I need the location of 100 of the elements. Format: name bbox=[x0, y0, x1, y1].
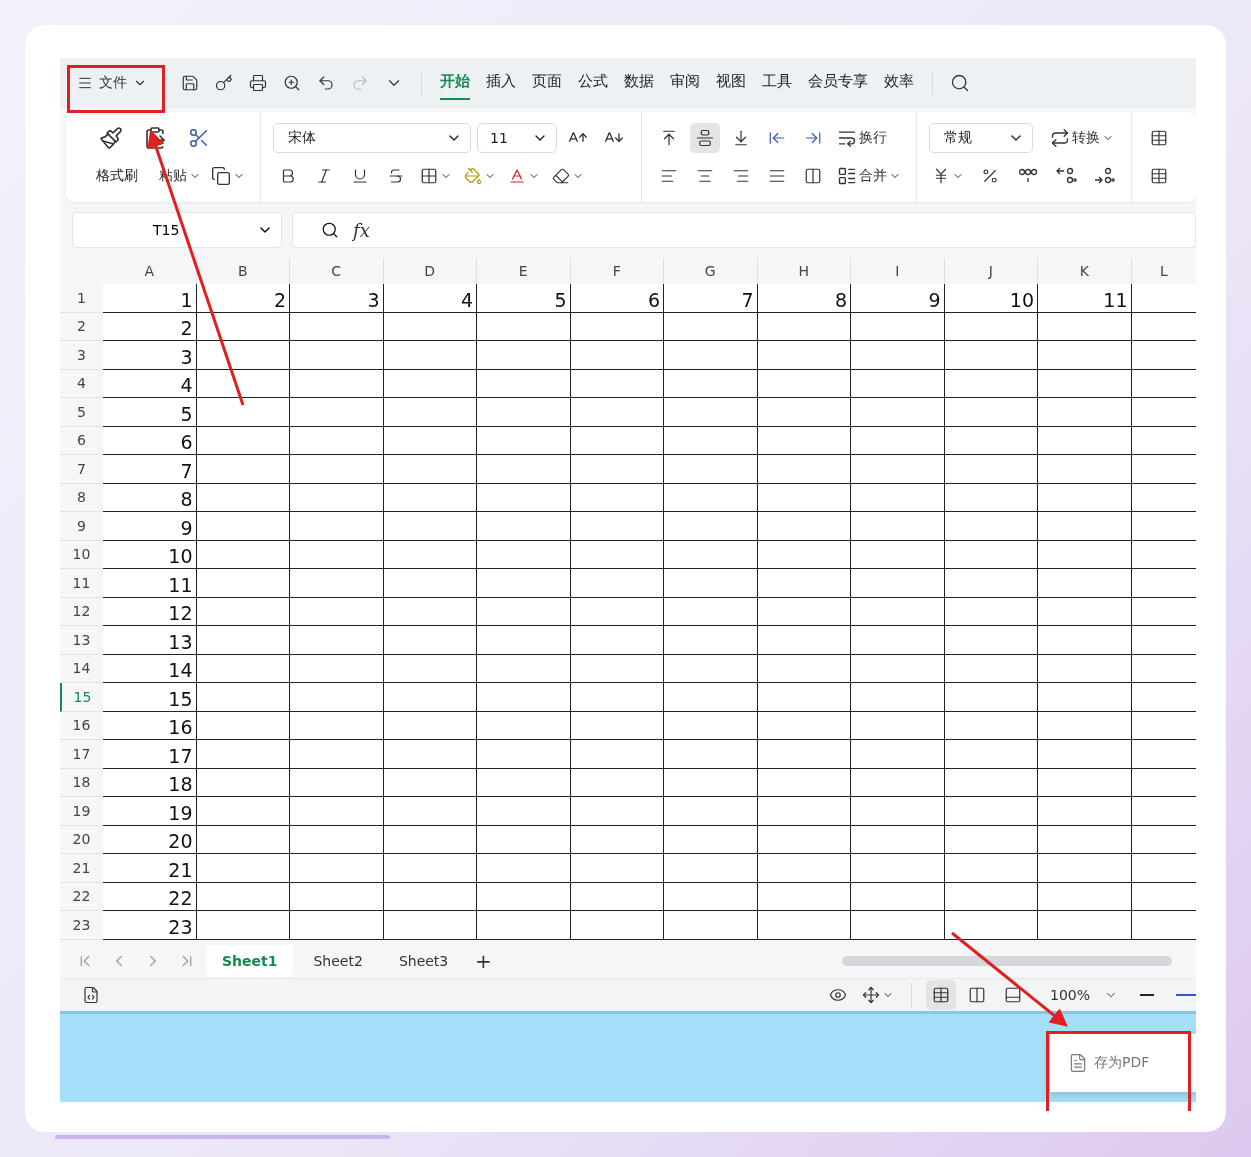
row-header[interactable]: 15 bbox=[60, 683, 103, 712]
table-cell bbox=[1131, 369, 1196, 398]
table-cell: 3 bbox=[103, 341, 197, 370]
table-cell: 4 bbox=[383, 284, 477, 313]
eraser-icon bbox=[552, 167, 570, 185]
table-cell bbox=[1131, 683, 1196, 712]
table-cell: 2 bbox=[103, 312, 197, 341]
table-cell: 19 bbox=[103, 797, 197, 826]
table-cell: 2 bbox=[196, 284, 290, 313]
table-cell bbox=[1131, 341, 1196, 370]
percent-icon bbox=[981, 167, 999, 185]
table-cell: 13 bbox=[103, 626, 197, 655]
printer-icon bbox=[249, 74, 267, 92]
italic-icon bbox=[315, 167, 333, 185]
formula-field[interactable]: fx bbox=[292, 212, 1196, 248]
undo-icon bbox=[317, 74, 335, 92]
ribbon-tab[interactable]: 会员专享 bbox=[808, 66, 868, 100]
horizontal-scrollbar[interactable] bbox=[842, 955, 1172, 966]
table-cell: 3 bbox=[290, 284, 384, 313]
table-cell bbox=[1131, 825, 1196, 854]
ribbon-tab[interactable]: 插入 bbox=[486, 66, 516, 100]
number-format-select[interactable]: 常规 bbox=[929, 123, 1033, 153]
fx-label[interactable]: fx bbox=[353, 219, 370, 241]
increase-decimal-icon bbox=[1055, 166, 1077, 186]
font-size-select[interactable]: 11 bbox=[477, 123, 557, 153]
table-cell: 11 bbox=[1038, 284, 1132, 313]
table-cell bbox=[1131, 398, 1196, 427]
table-cell: 9 bbox=[103, 512, 197, 541]
align-icon bbox=[660, 129, 678, 147]
table-cell: 10 bbox=[944, 284, 1038, 313]
save-icon bbox=[181, 74, 199, 92]
table-cell bbox=[1131, 882, 1196, 911]
table-cell: 18 bbox=[103, 768, 197, 797]
table-cell bbox=[1131, 312, 1196, 341]
table-cell bbox=[1131, 854, 1196, 883]
columns-icon bbox=[804, 167, 822, 185]
vertical-align-button[interactable] bbox=[690, 123, 720, 153]
table-cell: 4 bbox=[103, 369, 197, 398]
zoom-icon bbox=[321, 221, 339, 239]
merge-button[interactable]: 合并 bbox=[834, 161, 904, 191]
indent-increase-icon bbox=[804, 129, 822, 147]
table-cell: 9 bbox=[851, 284, 945, 313]
view-icon bbox=[967, 985, 986, 1004]
file-menu-button[interactable]: 文件 bbox=[74, 68, 150, 98]
table-cell: 5 bbox=[103, 398, 197, 427]
paintbrush-icon bbox=[99, 126, 123, 150]
convert-button[interactable]: 转换 bbox=[1047, 123, 1117, 153]
move-icon bbox=[861, 985, 880, 1004]
font-color-icon bbox=[508, 167, 526, 185]
scissors-icon bbox=[188, 127, 210, 149]
table-cell bbox=[1131, 483, 1196, 512]
copy-icon bbox=[211, 166, 231, 186]
add-sheet-button[interactable]: + bbox=[468, 945, 499, 976]
strikethrough-icon bbox=[387, 167, 405, 185]
ribbon-tab[interactable]: 视图 bbox=[716, 66, 746, 100]
table-cell: 8 bbox=[103, 483, 197, 512]
ribbon-tab[interactable]: 工具 bbox=[762, 66, 792, 100]
name-box[interactable]: T15 bbox=[72, 212, 282, 248]
format-painter-label[interactable]: 格式刷 bbox=[96, 167, 138, 185]
document-icon bbox=[1068, 1052, 1088, 1073]
sheet-tab[interactable]: Sheet3 bbox=[382, 944, 465, 977]
table-cell bbox=[1131, 626, 1196, 655]
table-cell: 17 bbox=[103, 740, 197, 769]
redo-icon bbox=[351, 74, 369, 92]
ribbon-tab[interactable]: 审阅 bbox=[670, 66, 700, 100]
view-icon bbox=[931, 985, 950, 1004]
ribbon-tab[interactable]: 开始 bbox=[440, 66, 470, 100]
ribbon-tab[interactable]: 效率 bbox=[884, 66, 914, 100]
sheet-tab[interactable]: Sheet1 bbox=[206, 944, 294, 977]
table-cell: 22 bbox=[103, 882, 197, 911]
decrease-decimal-icon bbox=[1093, 166, 1115, 186]
table-cell bbox=[1131, 455, 1196, 484]
sheet-tab[interactable]: Sheet2 bbox=[297, 944, 379, 977]
wrap-text-button[interactable]: 换行 bbox=[834, 123, 890, 153]
paint-bucket-icon bbox=[464, 167, 482, 185]
save-pdf-button[interactable]: 存为PDF bbox=[1068, 1052, 1150, 1073]
table-cell bbox=[1131, 654, 1196, 683]
convert-icon bbox=[1050, 128, 1070, 148]
table-cell: 5 bbox=[477, 284, 571, 313]
table-cell bbox=[1131, 768, 1196, 797]
indent-decrease-icon bbox=[768, 129, 786, 147]
menu-icon bbox=[77, 75, 93, 91]
clipboard-icon bbox=[143, 126, 167, 150]
table-cell: 15 bbox=[103, 683, 197, 712]
table-cell: 7 bbox=[664, 284, 758, 313]
view-mode-button[interactable] bbox=[925, 979, 956, 1010]
table-icon bbox=[1150, 129, 1168, 147]
table-icon bbox=[1150, 167, 1168, 185]
table-cell: 12 bbox=[103, 597, 197, 626]
table-cell: 6 bbox=[570, 284, 664, 313]
table-cell bbox=[1131, 740, 1196, 769]
zoom-level[interactable]: 100% bbox=[1049, 986, 1090, 1003]
table-cell: 16 bbox=[103, 711, 197, 740]
ribbon-tab[interactable]: 公式 bbox=[578, 66, 608, 100]
table-cell: 11 bbox=[103, 569, 197, 598]
font-name-select[interactable]: 宋体 bbox=[273, 123, 471, 153]
key-icon bbox=[215, 74, 233, 92]
ribbon-tab[interactable]: 页面 bbox=[532, 66, 562, 100]
align-icon bbox=[732, 129, 750, 147]
ribbon-tab[interactable]: 数据 bbox=[624, 66, 654, 100]
